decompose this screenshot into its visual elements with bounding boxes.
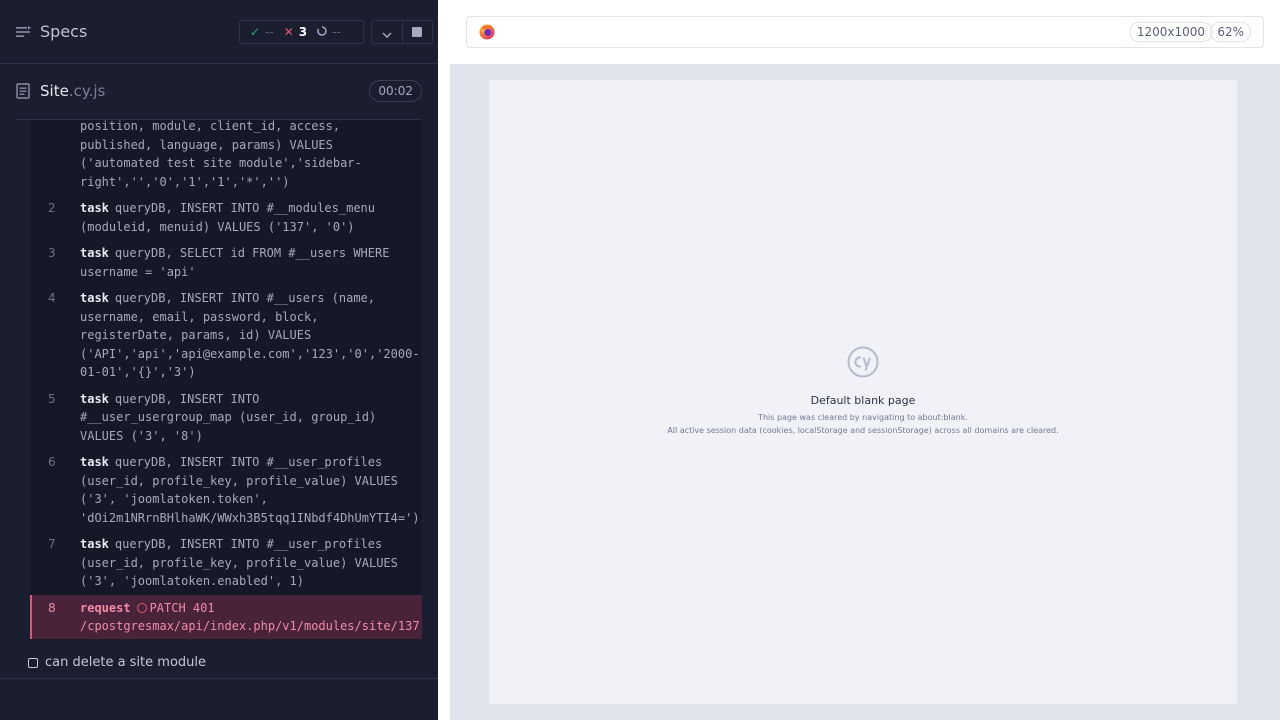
specs-list-icon (16, 25, 32, 39)
command-message: queryDB, INSERT INTO #__user_profiles (u… (80, 455, 420, 525)
command-message: queryDB, INSERT INTO #__users (name, use… (80, 291, 420, 379)
command-name: task (80, 291, 109, 305)
document-icon (16, 83, 30, 103)
dropdown-button[interactable] (372, 21, 402, 43)
test-item[interactable]: can delete a site module (28, 655, 206, 670)
zoom-badge: 62% (1210, 22, 1251, 42)
pending-count: -- (332, 25, 341, 39)
check-icon: ✓ (250, 25, 261, 39)
chevron-down-icon (382, 23, 392, 42)
run-controls (371, 20, 433, 44)
stats-bar: ✓ -- ✕ 3 -- (239, 20, 364, 44)
command-message: queryDB, SELECT id FROM #__users WHERE u… (80, 246, 390, 279)
aut-header: 1200x1000 62% (450, 0, 1280, 64)
command-message: queryDB, INSERT INTO #__user_profiles (u… (80, 537, 398, 588)
failed-stat: ✕ 3 (274, 25, 307, 39)
blank-page-description: All active session data (cookies, localS… (667, 426, 1059, 435)
reporter-panel: Specs ✓ -- ✕ 3 -- Site.cy.js 00:02 posit… (0, 0, 438, 720)
duration-badge: 00:02 (369, 80, 422, 102)
command-number: 5 (48, 391, 56, 406)
stop-button[interactable] (401, 21, 433, 43)
failed-command-row[interactable]: 8 request PATCH 401 /cpostgresmax/api/ind… (30, 594, 422, 639)
viewport-size-badge[interactable]: 1200x1000 (1128, 22, 1213, 42)
command-number: 3 (48, 246, 56, 260)
x-icon: ✕ (283, 25, 294, 39)
command-number: 6 (48, 455, 56, 469)
command-message: queryDB, INSERT INTO #__modules_menu (mo… (80, 201, 375, 234)
url-bar[interactable]: 1200x1000 62% (466, 16, 1264, 48)
command-row[interactable]: 7 task queryDB, INSERT INTO #__user_profi… (30, 531, 422, 595)
command-name: task (80, 455, 109, 469)
command-row[interactable]: position, module, client_id, access, pub… (30, 120, 422, 195)
spec-header: Site.cy.js 00:02 (16, 78, 422, 120)
command-message: position, module, client_id, access, pub… (80, 120, 362, 189)
command-row[interactable]: 6 task queryDB, INSERT INTO #__user_profi… (30, 449, 422, 531)
command-message: queryDB, INSERT INTO #__user_usergroup_m… (80, 391, 377, 443)
divider (0, 678, 438, 679)
specs-link[interactable]: Specs (16, 22, 87, 41)
failed-count: 3 (298, 25, 308, 39)
passed-count: -- (265, 25, 274, 39)
spec-name-extension: .cy.js (68, 82, 106, 100)
spec-name-base: Site (40, 82, 69, 100)
passed-stat: ✓ -- (240, 25, 274, 39)
command-row[interactable]: 5 task queryDB, INSERT INTO #__user_userg… (30, 386, 422, 450)
command-name: task (80, 391, 109, 406)
test-status-icon (28, 657, 38, 668)
firefox-icon[interactable] (479, 24, 495, 44)
command-row[interactable]: 2 task queryDB, INSERT INTO #__modules_me… (30, 195, 422, 240)
aut-iframe[interactable]: Default blank page This page was cleared… (489, 80, 1237, 704)
blank-page-description: This page was cleared by navigating to a… (758, 413, 968, 422)
command-name: request (80, 600, 131, 615)
pending-spinner-icon (317, 25, 327, 39)
command-name: task (80, 537, 109, 551)
aut-area: Default blank page This page was cleared… (450, 64, 1280, 720)
stop-icon (412, 27, 423, 37)
command-log: position, module, client_id, access, pub… (30, 120, 422, 639)
panel-resize-handle[interactable] (438, 64, 450, 720)
test-title: can delete a site module (45, 655, 207, 670)
command-row[interactable]: 3 task queryDB, SELECT id FROM #__users W… (30, 240, 422, 285)
spec-file-name[interactable]: Site.cy.js (40, 82, 105, 100)
command-name: task (80, 246, 109, 260)
command-name: task (80, 201, 109, 215)
cypress-logo-icon (847, 346, 879, 382)
command-row[interactable]: 4 task queryDB, INSERT INTO #__users (nam… (30, 285, 422, 386)
reporter-header: Specs ✓ -- ✕ 3 -- (0, 0, 438, 64)
pending-stat: -- (307, 25, 341, 39)
blank-page-title: Default blank page (810, 394, 916, 407)
command-number: 2 (48, 201, 56, 215)
specs-label: Specs (40, 22, 88, 41)
command-number: 4 (48, 291, 56, 305)
failed-circle-icon (136, 602, 147, 613)
command-number: 7 (48, 537, 56, 551)
command-number: 8 (48, 600, 56, 615)
